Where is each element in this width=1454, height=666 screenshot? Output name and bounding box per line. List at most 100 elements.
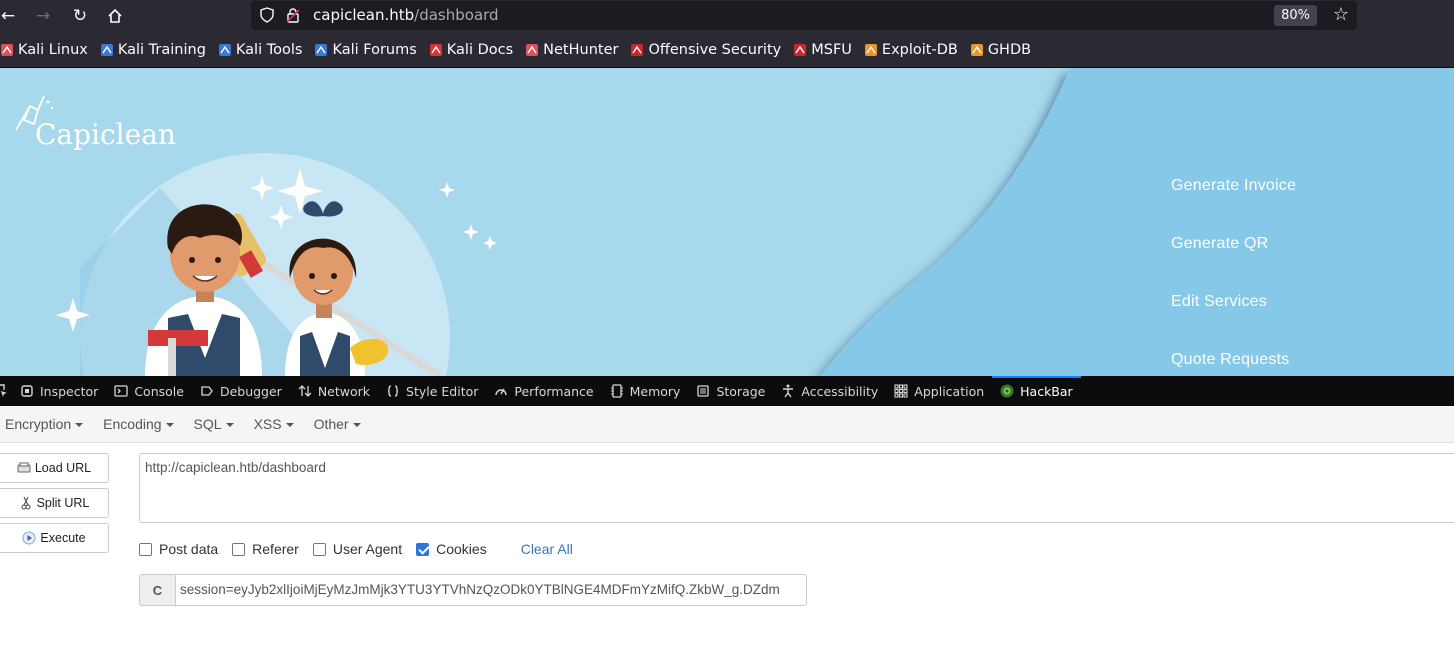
url-bar[interactable]: capiclean.htb/dashboard 80% ☆ — [251, 1, 1357, 30]
load-url-button[interactable]: Load URL — [0, 453, 109, 483]
bookmark-kali-tools[interactable]: Kali Tools — [218, 41, 303, 58]
ghdb-icon — [970, 43, 984, 57]
bookmark-ghdb[interactable]: GHDB — [970, 42, 1031, 58]
url-host: capiclean.htb — [313, 6, 415, 24]
bookmark-label: MSFU — [811, 41, 852, 58]
bookmark-kali-linux[interactable]: Kali Linux — [0, 42, 88, 58]
caret-down-icon — [352, 423, 361, 428]
hackbar-menu-label: Other — [313, 416, 349, 432]
hackbar-menu-xss[interactable]: XSS — [254, 416, 294, 432]
checkbox[interactable] — [232, 542, 246, 556]
url-textarea[interactable]: http://capiclean.htb/dashboard — [139, 453, 1454, 523]
bookmark-offensive-security[interactable]: Offensive Security — [630, 42, 781, 58]
devtools-tab-storage[interactable]: Storage — [688, 376, 773, 406]
hackbar-menu-other[interactable]: Other — [314, 416, 361, 432]
option-user-agent[interactable]: User Agent — [312, 541, 402, 557]
option-post-data[interactable]: Post data — [139, 541, 218, 557]
url-text[interactable]: capiclean.htb/dashboard — [313, 6, 499, 24]
clear-all-link[interactable]: Clear All — [521, 541, 573, 557]
devtools-tab-label: Network — [317, 383, 371, 399]
memory-icon — [610, 384, 624, 398]
bookmark-label: Kali Tools — [235, 41, 303, 58]
devtools-tab-accessibility[interactable]: Accessibility — [773, 376, 886, 406]
devtools-tab-memory[interactable]: Memory — [602, 376, 689, 406]
devtools-tab-inspector[interactable]: Inspector — [12, 376, 106, 406]
kali-icon — [0, 43, 14, 57]
forward-arrow-icon[interactable]: → — [31, 4, 55, 28]
checkbox[interactable] — [139, 542, 152, 556]
hackbar-menu-label: SQL — [193, 416, 222, 432]
nav-generate-invoice[interactable]: Generate Invoice — [1171, 177, 1296, 195]
home-icon[interactable] — [103, 4, 127, 28]
shield-icon[interactable] — [259, 7, 275, 23]
nav-generate-qr[interactable]: Generate QR — [1171, 235, 1268, 253]
exploitdb-icon — [864, 43, 878, 57]
devtools-tab-label: Inspector — [40, 383, 99, 399]
bookmark-label: Kali Docs — [446, 41, 514, 58]
bookmark-nethunter[interactable]: NetHunter — [525, 42, 618, 58]
cookie-input[interactable]: session=eyJyb2xlIjoiMjEyMzJmMjk3YTU3YTVh… — [175, 574, 807, 606]
checkbox[interactable] — [416, 542, 430, 556]
reload-icon[interactable]: ↻ — [68, 4, 92, 28]
devtools-tab-label: Performance — [514, 383, 594, 399]
kali-forums-icon — [314, 43, 328, 57]
msfu-icon — [793, 43, 807, 57]
bookmark-label: Kali Training — [117, 41, 206, 58]
devtools-tab-label: Storage — [716, 383, 766, 399]
storage-icon — [696, 384, 710, 398]
caret-down-icon — [165, 423, 174, 428]
back-arrow-icon[interactable]: ← — [0, 4, 20, 28]
style-editor-icon — [386, 384, 400, 398]
bookmark-exploit-db[interactable]: Exploit-DB — [864, 42, 958, 58]
devtools-tab-label: Debugger — [219, 383, 282, 399]
bookmark-kali-training[interactable]: Kali Training — [100, 42, 206, 58]
devtools-tab-hackbar[interactable]: HackBar — [992, 376, 1081, 406]
hackbar-menu-encoding[interactable]: Encoding — [103, 416, 174, 432]
checkbox-label: Post data — [159, 541, 219, 557]
execute-label: Execute — [40, 531, 86, 545]
nav-quote-requests[interactable]: Quote Requests — [1171, 351, 1289, 369]
bookmark-label: Exploit-DB — [881, 41, 958, 58]
devtools-tabbar: Inspector Console Debugger Network Style Edi… — [0, 376, 1454, 406]
split-url-button[interactable]: Split URL — [0, 488, 109, 518]
accessibility-icon — [781, 384, 795, 398]
hackbar-menu-sql[interactable]: SQL — [194, 416, 234, 432]
hero-illustration — [0, 68, 1454, 376]
logo-text[interactable]: Capiclean — [35, 118, 176, 151]
checkbox[interactable] — [312, 542, 326, 556]
devtools-tab-style-editor[interactable]: Style Editor — [378, 376, 486, 406]
devtools-tab-network[interactable]: Network — [290, 376, 378, 406]
network-icon — [298, 384, 312, 398]
devtools-tab-label: Memory — [629, 383, 681, 399]
devtools-tab-debugger[interactable]: Debugger — [192, 376, 290, 406]
url-path: /dashboard — [414, 6, 499, 24]
application-icon — [894, 384, 908, 398]
checkbox-label: Referer — [252, 541, 299, 557]
bookmark-kali-docs[interactable]: Kali Docs — [429, 42, 513, 58]
checkbox-label: Cookies — [436, 541, 487, 557]
hackbar-menu-label: XSS — [253, 416, 282, 432]
bookmark-kali-forums[interactable]: Kali Forums — [314, 41, 417, 58]
zoom-badge[interactable]: 80% — [1274, 5, 1317, 26]
execute-button[interactable]: Execute — [0, 523, 109, 553]
devtools-tab-label: Console — [134, 383, 184, 399]
scissors-icon — [21, 496, 31, 510]
bookmark-label: Kali Forums — [332, 41, 417, 58]
lock-icon[interactable] — [285, 7, 301, 23]
element-picker-icon[interactable] — [0, 376, 12, 406]
bookmark-msfu[interactable]: MSFU — [793, 42, 852, 58]
hackbar-menu: Encryption Encoding SQL XSS Other — [0, 406, 1454, 443]
nav-edit-services[interactable]: Edit Services — [1171, 293, 1267, 311]
option-cookies[interactable]: Cookies — [416, 541, 487, 557]
option-referer[interactable]: Referer — [232, 541, 299, 557]
hackbar-menu-encryption[interactable]: Encryption — [5, 416, 84, 432]
star-icon[interactable]: ☆ — [1333, 4, 1349, 26]
devtools-tab-performance[interactable]: Performance — [486, 376, 601, 406]
devtools-tab-label: Accessibility — [801, 383, 879, 399]
devtools-tab-console[interactable]: Console — [106, 376, 192, 406]
kali-tools-icon — [218, 43, 232, 57]
hackbar-menu-label: Encryption — [5, 416, 72, 432]
execute-icon — [22, 531, 36, 545]
split-url-label: Split URL — [36, 496, 90, 510]
devtools-tab-application[interactable]: Application — [886, 376, 992, 406]
